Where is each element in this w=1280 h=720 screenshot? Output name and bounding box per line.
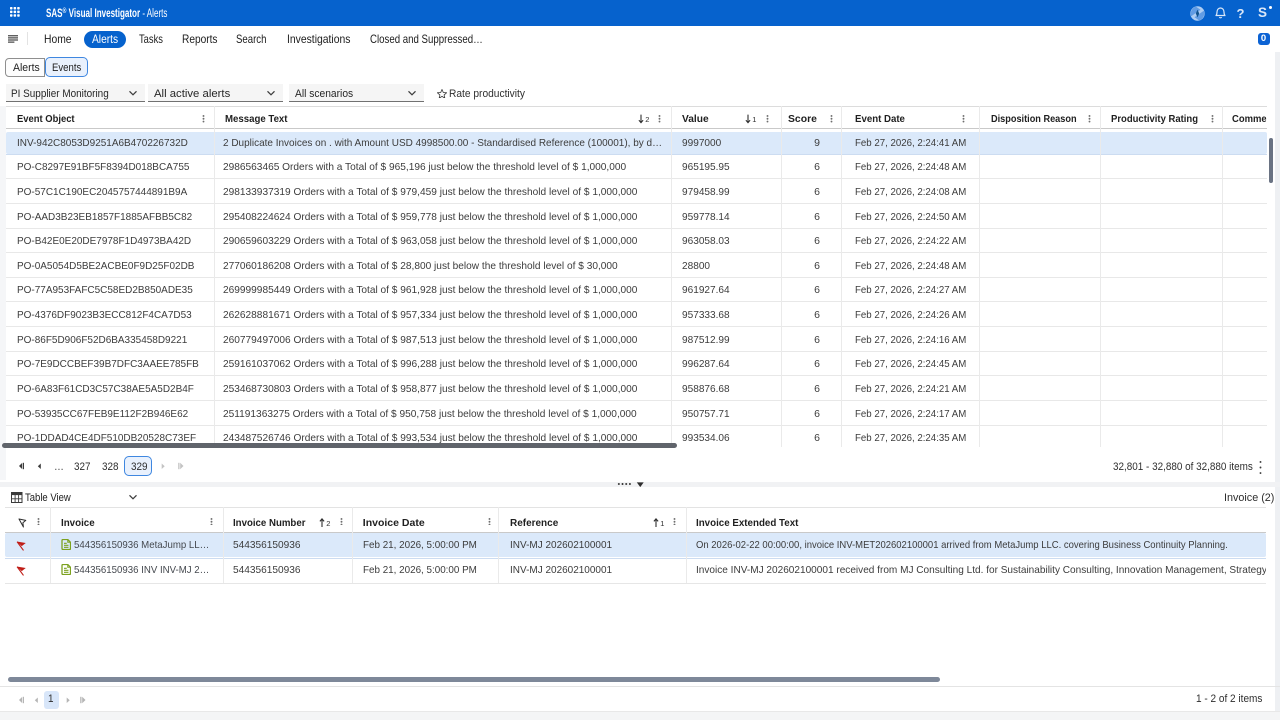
svg-text:1: 1 bbox=[660, 518, 664, 527]
svg-text:2: 2 bbox=[326, 518, 330, 527]
svg-text:2: 2 bbox=[645, 115, 649, 124]
svg-text:1: 1 bbox=[752, 115, 756, 124]
